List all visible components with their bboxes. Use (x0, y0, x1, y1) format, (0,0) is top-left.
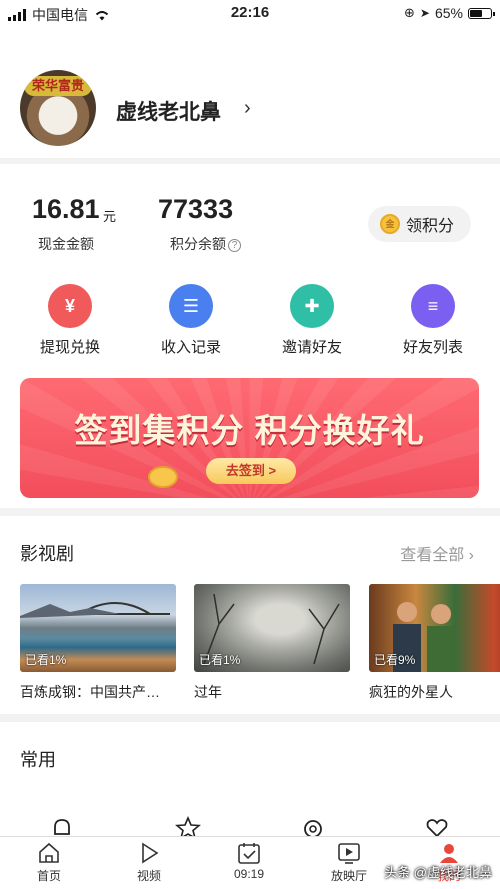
tab-video[interactable]: 视频 (114, 841, 184, 884)
film-card[interactable]: 已看1% 过年 (194, 584, 350, 702)
cash-unit: 元 (103, 209, 117, 224)
screen-icon (314, 841, 384, 865)
status-bar: 中国电信 22:16 ⊕ ➤ 65% (0, 0, 500, 26)
tab-label: 放映厅 (330, 869, 367, 883)
profile-header[interactable]: 荣华富贵 虚线老北鼻 › (0, 26, 500, 158)
sign-in-button[interactable]: 去签到 > (206, 458, 296, 484)
coin-icon: 金 (380, 214, 400, 234)
help-icon[interactable]: ? (228, 239, 241, 252)
points-amount[interactable]: 77333 (158, 194, 233, 225)
claim-points-label: 领积分 (406, 218, 455, 235)
chevron-right-icon: › (468, 547, 474, 564)
watch-progress: 已看9% (374, 653, 416, 667)
action-label: 提现兑换 (39, 339, 100, 356)
battery-icon (468, 7, 495, 19)
action-income-record[interactable]: ☰ 收入记录 (146, 284, 236, 357)
coin-icon (148, 466, 178, 488)
yen-icon: ¥ (48, 284, 92, 328)
receipt-icon: ☰ (169, 284, 213, 328)
calendar-check-icon (214, 841, 284, 865)
action-label: 好友列表 (402, 339, 463, 356)
profile-name[interactable]: 虚线老北鼻 (116, 96, 221, 126)
tab-label: 首页 (36, 869, 61, 883)
home-icon (14, 841, 84, 865)
cash-amount[interactable]: 16.81 (32, 194, 100, 225)
film-card[interactable]: 已看9% 疯狂的外星人 (369, 584, 500, 702)
tab-theater[interactable]: 放映厅 (314, 841, 384, 884)
see-all-link[interactable]: 查看全部 › (400, 541, 474, 565)
film-thumbnail[interactable]: 已看9% (369, 584, 500, 672)
tab-checkin[interactable]: 09:19 (214, 841, 284, 881)
action-label: 邀请好友 (281, 339, 342, 356)
tab-home[interactable]: 首页 (14, 841, 84, 884)
avatar[interactable]: 荣华富贵 (20, 70, 96, 146)
film-card[interactable]: 已看1% 百炼成钢：中国共产… (20, 584, 176, 702)
avatar-banner: 荣华富贵 (24, 76, 92, 96)
tab-label: 09:19 (233, 867, 265, 881)
points-label: 积分余额 (170, 236, 226, 252)
section-title: 常用 (20, 750, 56, 770)
films-section: 影视剧 查看全部 › 已看1% 百炼成钢：中国共产… 已看1% 过年 已看9% … (0, 516, 500, 714)
watermark: 头条 @虚线老北鼻 (384, 865, 492, 880)
common-section: 常用 (0, 722, 500, 842)
action-friend-list[interactable]: ≡ 好友列表 (388, 284, 478, 357)
film-thumbnail[interactable]: 已看1% (20, 584, 176, 672)
chevron-right-icon[interactable]: › (244, 97, 251, 120)
add-friend-icon: ✚ (290, 284, 334, 328)
wallet-card: 16.81 元 现金金额 77333 积分余额? 金 领积分 ¥ 提现兑换 ☰ … (0, 164, 500, 508)
claim-points-button[interactable]: 金 领积分 (368, 206, 471, 242)
watch-progress: 已看1% (199, 653, 241, 667)
cash-label: 现金金额 (38, 236, 94, 252)
action-withdraw[interactable]: ¥ 提现兑换 (25, 284, 115, 357)
location-icon: ➤ (419, 6, 430, 20)
film-title: 过年 (194, 684, 222, 700)
points-label-row: 积分余额? (170, 234, 241, 254)
film-title: 疯狂的外星人 (369, 684, 453, 700)
sign-in-banner[interactable]: 签到集积分 积分换好礼 去签到 > (20, 378, 479, 498)
orientation-lock-icon: ⊕ (404, 5, 415, 20)
action-label: 收入记录 (160, 339, 221, 356)
tab-label: 视频 (136, 869, 161, 883)
banner-title: 签到集积分 积分换好礼 (74, 412, 425, 449)
film-thumbnail[interactable]: 已看1% (194, 584, 350, 672)
watch-progress: 已看1% (25, 653, 67, 667)
friend-list-icon: ≡ (411, 284, 455, 328)
action-invite-friends[interactable]: ✚ 邀请好友 (267, 284, 357, 357)
play-icon (114, 841, 184, 865)
battery-percent: 65% (434, 5, 463, 21)
section-title: 影视剧 (20, 544, 74, 564)
film-title: 百炼成钢：中国共产… (20, 684, 160, 700)
